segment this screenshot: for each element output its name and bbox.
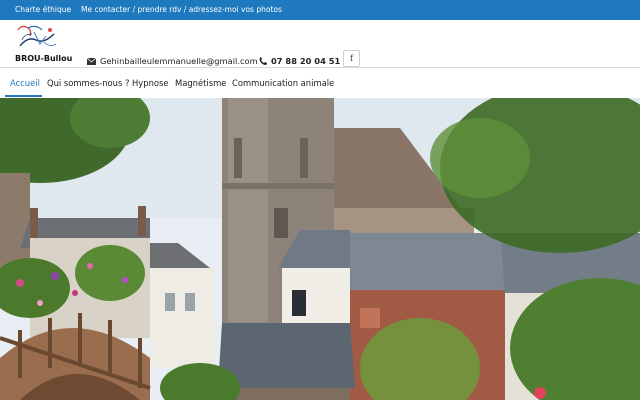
contact-link[interactable]: Me contacter / prendre rdv / adressez-mo… (81, 5, 282, 14)
nav-item-magnetisme[interactable]: Magnétisme (175, 78, 226, 88)
village-photo (0, 98, 640, 400)
main-nav: Accueil Qui sommes-nous ? Hypnose Magnét… (0, 70, 640, 98)
phone-text: 07 88 20 04 51 (271, 56, 341, 66)
nav-active-indicator (5, 95, 42, 97)
nav-item-communication-animale[interactable]: Communication animale (232, 78, 334, 88)
nav-item-qui-sommes-nous[interactable]: Qui sommes-nous ? (47, 78, 129, 88)
facebook-button[interactable]: f (343, 50, 360, 67)
top-bar: Charte éthique Me contacter / prendre rd… (0, 0, 640, 20)
phone-contact[interactable]: 07 88 20 04 51 (259, 56, 340, 66)
hero-image (0, 98, 640, 400)
phone-icon (259, 57, 267, 65)
site-header: BROU-Bullou Gehinbailleulemmanuelle@gmai… (0, 20, 640, 68)
facebook-icon: f (350, 54, 353, 63)
charte-ethique-link[interactable]: Charte éthique (15, 5, 71, 14)
logo-icon[interactable] (14, 22, 60, 52)
email-text: Gehinbailleulemmanuelle@gmail.com (100, 56, 258, 66)
email-contact[interactable]: Gehinbailleulemmanuelle@gmail.com (87, 56, 258, 66)
nav-item-accueil[interactable]: Accueil (10, 78, 40, 88)
brand-name: BROU-Bullou (15, 54, 73, 63)
nav-item-hypnose[interactable]: Hypnose (132, 78, 169, 88)
envelope-icon (87, 57, 96, 65)
